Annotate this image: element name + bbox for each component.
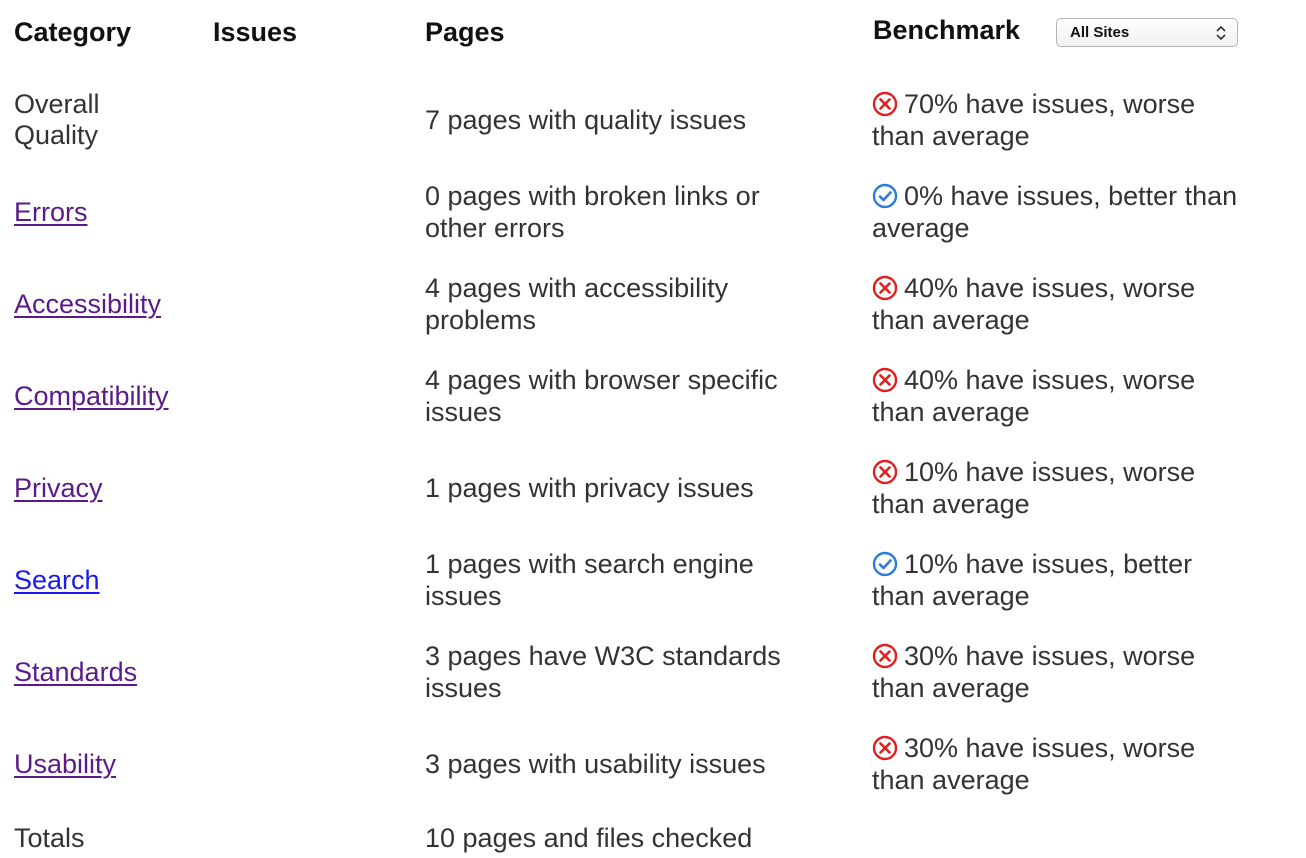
- category-link-compatibility[interactable]: Compatibility: [14, 380, 169, 412]
- fail-icon: [872, 275, 898, 301]
- pages-text: 1 pages with privacy issues: [425, 473, 754, 503]
- pages-text: 3 pages have W3C standards: [425, 641, 781, 671]
- benchmark-text-cont: average: [872, 213, 970, 243]
- pages-text: 0 pages with broken links or: [425, 181, 760, 211]
- pages-text-cont: issues: [425, 673, 502, 703]
- pages-cell: 3 pages with usability issues: [425, 718, 855, 810]
- category-link-usability[interactable]: Usability: [14, 748, 116, 780]
- header-benchmark: Benchmark: [873, 15, 1021, 45]
- benchmark-text: 10% have issues, worse: [904, 457, 1196, 487]
- fail-icon: [872, 735, 898, 761]
- pages-text-cont: issues: [425, 581, 502, 611]
- benchmark-text: 40% have issues, worse: [904, 365, 1196, 395]
- benchmark-cell: 0% have issues, better than average: [872, 166, 1306, 258]
- benchmark-text-cont: than average: [872, 673, 1030, 703]
- table-row: Compatibility 4 pages with browser speci…: [0, 350, 1306, 442]
- table-row: Usability 3 pages with usability issues …: [0, 718, 1306, 810]
- table-row: Errors 0 pages with broken links or othe…: [0, 166, 1306, 258]
- table-row: Overall Quality 7 pages with quality iss…: [0, 74, 1306, 166]
- table-row: Search 1 pages with search engine issues…: [0, 534, 1306, 626]
- pages-cell: 1 pages with privacy issues: [425, 442, 855, 534]
- pages-text: 7 pages with quality issues: [425, 105, 747, 135]
- benchmark-text: 40% have issues, worse: [904, 273, 1196, 303]
- fail-icon: [872, 643, 898, 669]
- benchmark-cell: 10% have issues, worse than average: [872, 442, 1306, 534]
- category-link-search[interactable]: Search: [14, 564, 100, 596]
- pages-text-cont: other errors: [425, 213, 565, 243]
- benchmark-text-cont: than average: [872, 121, 1030, 151]
- benchmark-select-value: All Sites: [1070, 24, 1130, 41]
- benchmark-cell: 10% have issues, better than average: [872, 534, 1306, 626]
- benchmark-text-cont: than average: [872, 305, 1030, 335]
- category-link-privacy[interactable]: Privacy: [14, 472, 103, 504]
- category-cell: Compatibility: [14, 350, 214, 442]
- category-cell: Usability: [14, 718, 214, 810]
- benchmark-text: 70% have issues, worse: [904, 89, 1196, 119]
- category-link-accessibility[interactable]: Accessibility: [14, 288, 161, 320]
- fail-icon: [872, 367, 898, 393]
- pages-cell: 7 pages with quality issues: [425, 74, 855, 166]
- category-overall-quality: Overall Quality: [14, 89, 100, 150]
- category-cell: Privacy: [14, 442, 214, 534]
- fail-icon: [872, 91, 898, 117]
- table-row: Accessibility 4 pages with accessibility…: [0, 258, 1306, 350]
- pass-icon: [872, 183, 898, 209]
- totals-pages: 10 pages and files checked: [425, 823, 753, 853]
- category-cell: Errors: [14, 166, 214, 258]
- benchmark-text-cont: than average: [872, 489, 1030, 519]
- benchmark-text: 10% have issues, better: [904, 549, 1193, 579]
- category-cell: Overall Quality: [14, 74, 214, 166]
- pages-text-cont: issues: [425, 397, 502, 427]
- benchmark-cell: 30% have issues, worse than average: [872, 718, 1306, 810]
- benchmark-text-cont: than average: [872, 765, 1030, 795]
- benchmark-text: 0% have issues, better than: [904, 181, 1238, 211]
- benchmark-select[interactable]: All Sites: [1056, 18, 1238, 47]
- pass-icon: [872, 551, 898, 577]
- benchmark-text-cont: than average: [872, 397, 1030, 427]
- pages-cell: 3 pages have W3C standards issues: [425, 626, 855, 718]
- header-pages: Pages: [425, 17, 505, 47]
- header-category: Category: [14, 17, 132, 47]
- updown-chevron-icon: [1216, 25, 1226, 41]
- category-cell: Search: [14, 534, 214, 626]
- benchmark-text: 30% have issues, worse: [904, 733, 1196, 763]
- pages-cell: 4 pages with accessibility problems: [425, 258, 855, 350]
- benchmark-text-cont: than average: [872, 581, 1030, 611]
- category-cell: Standards: [14, 626, 214, 718]
- category-link-errors[interactable]: Errors: [14, 196, 88, 228]
- benchmark-cell: 40% have issues, worse than average: [872, 258, 1306, 350]
- pages-text: 4 pages with browser specific: [425, 365, 778, 395]
- pages-cell: 1 pages with search engine issues: [425, 534, 855, 626]
- quality-summary-table: Category Issues Pages Benchmark All Site…: [0, 0, 1306, 858]
- benchmark-cell: 40% have issues, worse than average: [872, 350, 1306, 442]
- benchmark-cell: 70% have issues, worse than average: [872, 74, 1306, 166]
- pages-text: 4 pages with accessibility: [425, 273, 729, 303]
- category-link-standards[interactable]: Standards: [14, 656, 137, 688]
- table-row: Standards 3 pages have W3C standards iss…: [0, 626, 1306, 718]
- category-cell: Accessibility: [14, 258, 214, 350]
- table-row: Privacy 1 pages with privacy issues 10% …: [0, 442, 1306, 534]
- pages-text-cont: problems: [425, 305, 537, 335]
- pages-text: 3 pages with usability issues: [425, 749, 766, 779]
- pages-cell: 4 pages with browser specific issues: [425, 350, 855, 442]
- pages-text: 1 pages with search engine: [425, 549, 754, 579]
- totals-label: Totals: [14, 823, 85, 853]
- pages-cell: 0 pages with broken links or other error…: [425, 166, 855, 258]
- header-issues: Issues: [213, 17, 298, 47]
- fail-icon: [872, 459, 898, 485]
- benchmark-cell: 30% have issues, worse than average: [872, 626, 1306, 718]
- benchmark-text: 30% have issues, worse: [904, 641, 1196, 671]
